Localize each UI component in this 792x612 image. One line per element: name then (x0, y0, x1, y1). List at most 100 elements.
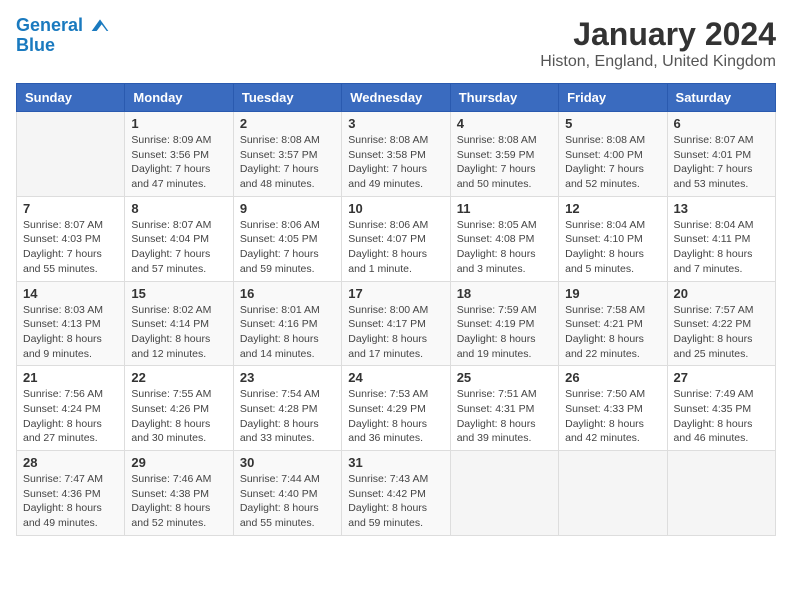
calendar-cell: 29 Sunrise: 7:46 AMSunset: 4:38 PMDayligh… (125, 451, 233, 536)
calendar-week-4: 21 Sunrise: 7:56 AMSunset: 4:24 PMDayligh… (17, 366, 776, 451)
header-monday: Monday (125, 84, 233, 112)
calendar-cell: 3 Sunrise: 8:08 AMSunset: 3:58 PMDaylight… (342, 112, 450, 197)
calendar-cell: 15 Sunrise: 8:02 AMSunset: 4:14 PMDayligh… (125, 281, 233, 366)
day-number: 20 (674, 286, 769, 301)
calendar-cell: 1 Sunrise: 8:09 AMSunset: 3:56 PMDaylight… (125, 112, 233, 197)
header-sunday: Sunday (17, 84, 125, 112)
calendar-cell: 26Sunrise: 7:50 AMSunset: 4:33 PMDayligh… (559, 366, 667, 451)
calendar-cell: 25Sunrise: 7:51 AMSunset: 4:31 PMDayligh… (450, 366, 558, 451)
day-info: Sunrise: 8:03 AMSunset: 4:13 PMDaylight:… (23, 303, 118, 362)
day-info: Sunrise: 7:56 AMSunset: 4:24 PMDaylight:… (23, 387, 118, 446)
day-number: 7 (23, 201, 118, 216)
day-info: Sunrise: 7:59 AMSunset: 4:19 PMDaylight:… (457, 303, 552, 362)
calendar-table: Sunday Monday Tuesday Wednesday Thursday… (16, 83, 776, 536)
calendar-cell: 11 Sunrise: 8:05 AMSunset: 4:08 PMDayligh… (450, 196, 558, 281)
day-number: 21 (23, 370, 118, 385)
header-tuesday: Tuesday (233, 84, 341, 112)
day-info: Sunrise: 7:58 AMSunset: 4:21 PMDaylight:… (565, 303, 660, 362)
calendar-cell: 17 Sunrise: 8:00 AMSunset: 4:17 PMDayligh… (342, 281, 450, 366)
calendar-week-1: 1 Sunrise: 8:09 AMSunset: 3:56 PMDaylight… (17, 112, 776, 197)
day-info: Sunrise: 7:44 AMSunset: 4:40 PMDaylight:… (240, 472, 335, 531)
day-number: 23 (240, 370, 335, 385)
day-number: 27 (674, 370, 769, 385)
calendar-cell: 31 Sunrise: 7:43 AMSunset: 4:42 PMDayligh… (342, 451, 450, 536)
day-info: Sunrise: 8:08 AMSunset: 3:59 PMDaylight:… (457, 133, 552, 192)
day-number: 2 (240, 116, 335, 131)
day-info: Sunrise: 7:47 AMSunset: 4:36 PMDaylight:… (23, 472, 118, 531)
day-info: Sunrise: 8:04 AMSunset: 4:11 PMDaylight:… (674, 218, 769, 277)
calendar-cell: 14 Sunrise: 8:03 AMSunset: 4:13 PMDayligh… (17, 281, 125, 366)
day-info: Sunrise: 7:46 AMSunset: 4:38 PMDaylight:… (131, 472, 226, 531)
calendar-cell: 22Sunrise: 7:55 AMSunset: 4:26 PMDayligh… (125, 366, 233, 451)
day-info: Sunrise: 8:01 AMSunset: 4:16 PMDaylight:… (240, 303, 335, 362)
day-number: 1 (131, 116, 226, 131)
calendar-week-5: 28 Sunrise: 7:47 AMSunset: 4:36 PMDayligh… (17, 451, 776, 536)
calendar-cell: 9 Sunrise: 8:06 AMSunset: 4:05 PMDaylight… (233, 196, 341, 281)
calendar-cell: 30 Sunrise: 7:44 AMSunset: 4:40 PMDayligh… (233, 451, 341, 536)
day-info: Sunrise: 7:43 AMSunset: 4:42 PMDaylight:… (348, 472, 443, 531)
calendar-cell: 27 Sunrise: 7:49 AMSunset: 4:35 PMDayligh… (667, 366, 775, 451)
calendar-cell: 6 Sunrise: 8:07 AMSunset: 4:01 PMDaylight… (667, 112, 775, 197)
calendar-cell: 24Sunrise: 7:53 AMSunset: 4:29 PMDayligh… (342, 366, 450, 451)
day-number: 19 (565, 286, 660, 301)
calendar-week-2: 7 Sunrise: 8:07 AMSunset: 4:03 PMDaylight… (17, 196, 776, 281)
day-number: 15 (131, 286, 226, 301)
day-number: 5 (565, 116, 660, 131)
day-number: 29 (131, 455, 226, 470)
logo-blue: Blue (16, 36, 55, 56)
calendar-cell: 16Sunrise: 8:01 AMSunset: 4:16 PMDayligh… (233, 281, 341, 366)
calendar-cell: 8Sunrise: 8:07 AMSunset: 4:04 PMDaylight… (125, 196, 233, 281)
calendar-title: January 2024 (540, 16, 776, 53)
calendar-body: 1 Sunrise: 8:09 AMSunset: 3:56 PMDaylight… (17, 112, 776, 536)
day-number: 4 (457, 116, 552, 131)
day-info: Sunrise: 8:07 AMSunset: 4:03 PMDaylight:… (23, 218, 118, 277)
day-info: Sunrise: 8:09 AMSunset: 3:56 PMDaylight:… (131, 133, 226, 192)
day-info: Sunrise: 7:54 AMSunset: 4:28 PMDaylight:… (240, 387, 335, 446)
day-info: Sunrise: 8:04 AMSunset: 4:10 PMDaylight:… (565, 218, 660, 277)
day-number: 30 (240, 455, 335, 470)
header-wednesday: Wednesday (342, 84, 450, 112)
calendar-cell: 18 Sunrise: 7:59 AMSunset: 4:19 PMDayligh… (450, 281, 558, 366)
calendar-cell: 21 Sunrise: 7:56 AMSunset: 4:24 PMDayligh… (17, 366, 125, 451)
day-number: 28 (23, 455, 118, 470)
calendar-cell (450, 451, 558, 536)
day-info: Sunrise: 8:08 AMSunset: 3:58 PMDaylight:… (348, 133, 443, 192)
calendar-cell: 5 Sunrise: 8:08 AMSunset: 4:00 PMDaylight… (559, 112, 667, 197)
day-info: Sunrise: 7:49 AMSunset: 4:35 PMDaylight:… (674, 387, 769, 446)
calendar-cell: 4 Sunrise: 8:08 AMSunset: 3:59 PMDaylight… (450, 112, 558, 197)
day-info: Sunrise: 8:07 AMSunset: 4:01 PMDaylight:… (674, 133, 769, 192)
day-number: 14 (23, 286, 118, 301)
day-info: Sunrise: 8:08 AMSunset: 4:00 PMDaylight:… (565, 133, 660, 192)
calendar-cell: 12 Sunrise: 8:04 AMSunset: 4:10 PMDayligh… (559, 196, 667, 281)
page-header: General Blue January 2024 Histon, Englan… (16, 16, 776, 71)
day-info: Sunrise: 8:06 AMSunset: 4:07 PMDaylight:… (348, 218, 443, 277)
day-number: 8 (131, 201, 226, 216)
day-info: Sunrise: 8:00 AMSunset: 4:17 PMDaylight:… (348, 303, 443, 362)
calendar-cell: 13Sunrise: 8:04 AMSunset: 4:11 PMDayligh… (667, 196, 775, 281)
calendar-subtitle: Histon, England, United Kingdom (540, 53, 776, 71)
logo-general: General (16, 15, 83, 35)
day-number: 10 (348, 201, 443, 216)
day-number: 11 (457, 201, 552, 216)
day-number: 17 (348, 286, 443, 301)
day-number: 3 (348, 116, 443, 131)
day-number: 24 (348, 370, 443, 385)
day-number: 18 (457, 286, 552, 301)
day-number: 9 (240, 201, 335, 216)
day-info: Sunrise: 8:06 AMSunset: 4:05 PMDaylight:… (240, 218, 335, 277)
day-info: Sunrise: 8:02 AMSunset: 4:14 PMDaylight:… (131, 303, 226, 362)
logo-text: General (16, 16, 110, 36)
calendar-cell: 23 Sunrise: 7:54 AMSunset: 4:28 PMDayligh… (233, 366, 341, 451)
day-info: Sunrise: 8:05 AMSunset: 4:08 PMDaylight:… (457, 218, 552, 277)
title-section: January 2024 Histon, England, United Kin… (540, 16, 776, 71)
day-number: 12 (565, 201, 660, 216)
header-row: Sunday Monday Tuesday Wednesday Thursday… (17, 84, 776, 112)
day-number: 6 (674, 116, 769, 131)
calendar-cell: 10 Sunrise: 8:06 AMSunset: 4:07 PMDayligh… (342, 196, 450, 281)
calendar-cell: 7 Sunrise: 8:07 AMSunset: 4:03 PMDaylight… (17, 196, 125, 281)
calendar-header: Sunday Monday Tuesday Wednesday Thursday… (17, 84, 776, 112)
calendar-cell: 20Sunrise: 7:57 AMSunset: 4:22 PMDayligh… (667, 281, 775, 366)
day-info: Sunrise: 8:08 AMSunset: 3:57 PMDaylight:… (240, 133, 335, 192)
day-number: 26 (565, 370, 660, 385)
day-number: 31 (348, 455, 443, 470)
